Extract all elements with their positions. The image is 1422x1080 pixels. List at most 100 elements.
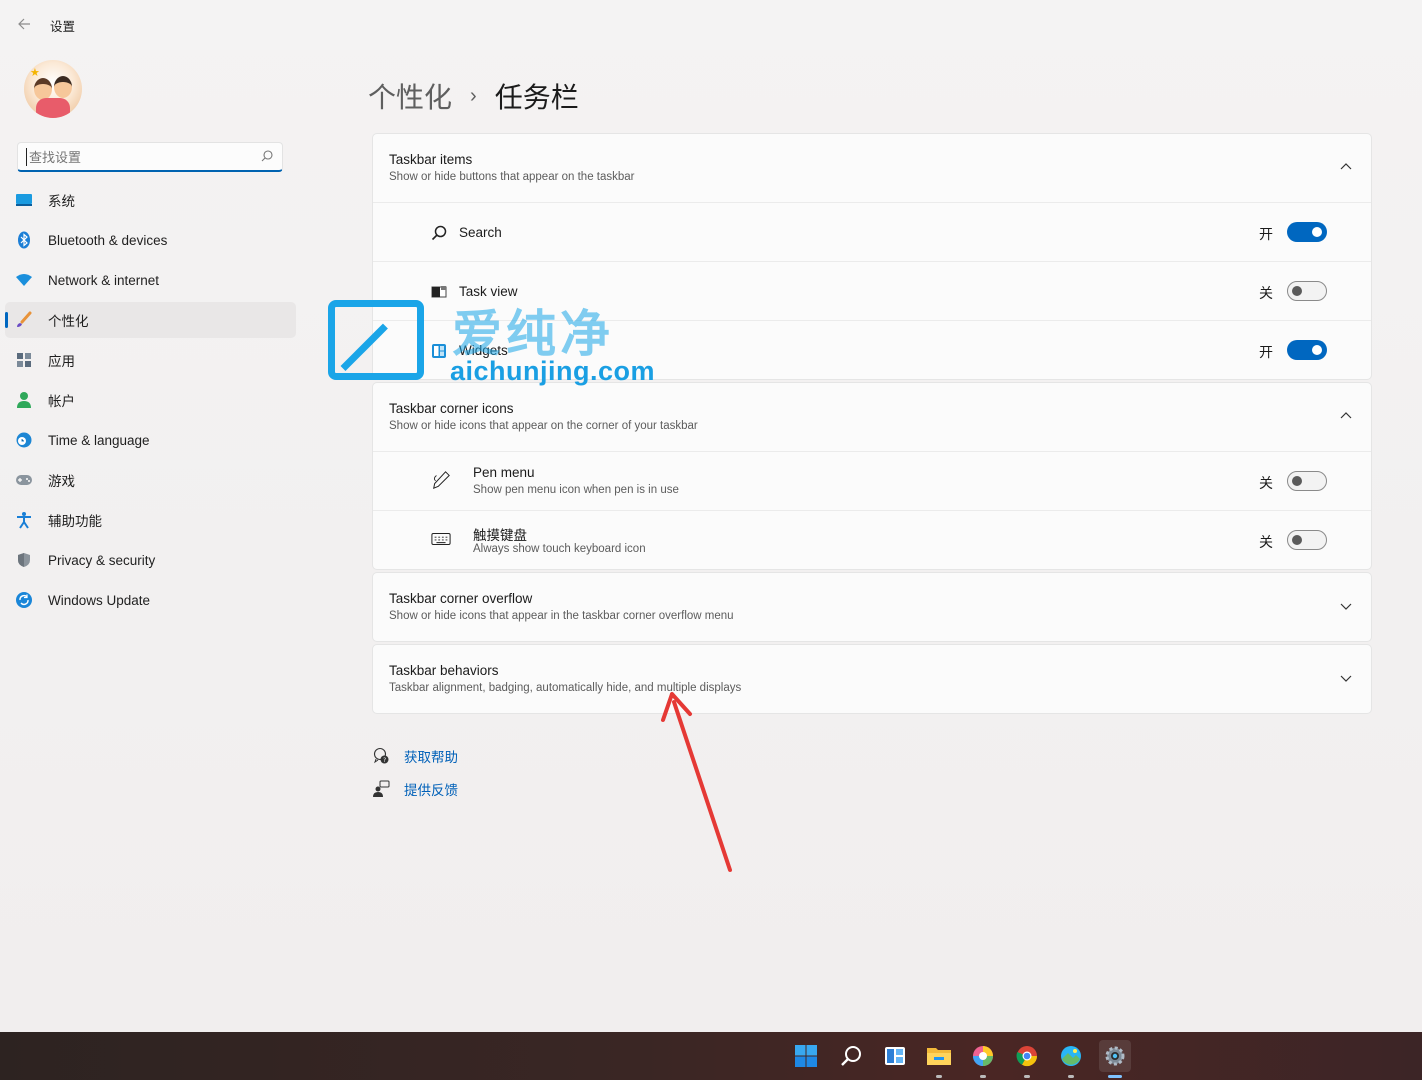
widgets-toggle[interactable]: [1287, 340, 1327, 360]
taskbar-corner-overflow-section[interactable]: Taskbar corner overflow Show or hide ico…: [372, 572, 1372, 642]
globe-clock-icon: [15, 431, 33, 449]
title-bar: 设置: [0, 0, 1422, 46]
pen-menu-toggle[interactable]: [1287, 471, 1327, 491]
section-subtitle: Show or hide icons that appear on the co…: [389, 420, 698, 432]
sidebar-item-label: 游戏: [48, 474, 75, 489]
monitor-icon: [15, 191, 33, 209]
setting-label: Pen menu: [473, 465, 535, 480]
file-explorer-icon[interactable]: [923, 1040, 955, 1078]
taskbar-corner-overflow-header[interactable]: Taskbar corner overflow Show or hide ico…: [373, 573, 1371, 641]
settings-search-box[interactable]: [17, 142, 283, 172]
shield-icon: [15, 551, 33, 569]
taskbar-behaviors-header[interactable]: Taskbar behaviors Taskbar alignment, bad…: [373, 645, 1371, 713]
windows-taskbar: [0, 1032, 1422, 1080]
annotation-arrow: [661, 692, 732, 872]
page-title: 任务栏: [494, 82, 579, 113]
breadcrumb-parent[interactable]: 个性化: [368, 76, 452, 116]
section-title: Taskbar behaviors: [389, 663, 499, 678]
sidebar-item-apps[interactable]: 应用: [5, 342, 296, 378]
setting-description: Show pen menu icon when pen is in use: [473, 484, 679, 496]
sidebar-item-privacy[interactable]: Privacy & security: [5, 542, 296, 578]
sidebar-item-personalization[interactable]: 个性化: [5, 302, 296, 338]
sidebar-item-label: Windows Update: [48, 592, 151, 608]
toggle-state-label: 关: [1259, 475, 1273, 491]
chevron-down-icon: [1340, 603, 1352, 610]
sidebar-item-windows-update[interactable]: Windows Update: [5, 582, 296, 618]
app-title: 设置: [50, 20, 76, 34]
taskbar-items-header[interactable]: Taskbar items Show or hide buttons that …: [373, 134, 1371, 202]
section-subtitle: Show or hide buttons that appear on the …: [389, 171, 635, 183]
sidebar-item-network[interactable]: Network & internet: [5, 262, 296, 298]
star-icon: ★: [30, 67, 40, 79]
back-button[interactable]: [12, 12, 36, 36]
search-icon: [429, 223, 449, 243]
sidebar-item-label: 应用: [48, 354, 75, 369]
chevron-down-icon: [1340, 675, 1352, 682]
feedback-icon: [373, 780, 390, 797]
start-icon[interactable]: [790, 1040, 822, 1072]
sidebar-item-bluetooth[interactable]: Bluetooth & devices: [5, 222, 296, 258]
search-icon: [261, 150, 273, 162]
sidebar-nav: 系统 Bluetooth & devices Network & interne…: [5, 182, 296, 622]
sidebar-item-gaming[interactable]: 游戏: [5, 462, 296, 498]
sidebar-item-label: Time & language: [48, 432, 150, 448]
search-input[interactable]: [26, 148, 256, 166]
setting-row-pen-menu: Pen menu Show pen menu icon when pen is …: [373, 451, 1371, 510]
keyboard-icon: [431, 529, 451, 549]
bluetooth-icon: [15, 231, 33, 249]
toggle-state-label: 开: [1259, 344, 1273, 360]
chevron-up-icon: [1340, 163, 1352, 170]
task-view-toggle[interactable]: [1287, 281, 1327, 301]
search-toggle[interactable]: [1287, 222, 1327, 242]
pen-icon: [431, 470, 451, 490]
section-title: Taskbar items: [389, 152, 473, 167]
widgets-icon[interactable]: [879, 1040, 911, 1072]
settings-icon[interactable]: [1099, 1040, 1131, 1078]
toggle-state-label: 开: [1259, 226, 1273, 242]
watermark: 爱纯净 aichunjing.com: [326, 296, 666, 388]
give-feedback-link[interactable]: 提供反馈: [372, 779, 458, 799]
chevron-up-icon: [1340, 412, 1352, 419]
watermark-en-text: aichunjing.com: [450, 356, 656, 386]
setting-row-touch-keyboard: 触摸键盘 Always show touch keyboard icon 关: [373, 510, 1371, 569]
sidebar-item-accounts[interactable]: 帐户: [5, 382, 296, 418]
setting-description: Always show touch keyboard icon: [473, 543, 646, 555]
wifi-icon: [15, 271, 33, 289]
get-help-link[interactable]: ? 获取帮助: [372, 746, 458, 766]
user-avatar[interactable]: ★: [24, 60, 82, 118]
apps-icon: [15, 351, 33, 369]
setting-label: Search: [459, 225, 502, 240]
brush-icon: [15, 311, 33, 329]
get-help-label: 获取帮助: [404, 750, 458, 765]
svg-text:?: ?: [383, 757, 386, 764]
sidebar-item-label: Network & internet: [48, 272, 160, 288]
breadcrumb: 个性化 › 任务栏: [368, 76, 579, 116]
sidebar-item-label: 系统: [48, 194, 75, 209]
sidebar-item-label: 个性化: [48, 314, 89, 329]
section-title: Taskbar corner icons: [389, 401, 514, 416]
taskbar-search-icon[interactable]: [835, 1040, 867, 1072]
toggle-state-label: 关: [1259, 534, 1273, 550]
sidebar-item-accessibility[interactable]: 辅助功能: [5, 502, 296, 538]
sidebar-item-label: Privacy & security: [48, 552, 156, 568]
photos-app-icon[interactable]: [1055, 1040, 1087, 1078]
back-arrow-icon: [18, 18, 30, 30]
person-icon: [15, 391, 33, 409]
setting-row-search: Search 开: [373, 202, 1371, 261]
paint-app-icon[interactable]: [967, 1040, 999, 1078]
sidebar-item-label: 辅助功能: [48, 514, 102, 529]
watermark-logo-icon: [328, 300, 424, 380]
update-icon: [15, 591, 33, 609]
sidebar-item-system[interactable]: 系统: [5, 182, 296, 218]
taskbar-behaviors-section[interactable]: Taskbar behaviors Taskbar alignment, bad…: [372, 644, 1372, 714]
give-feedback-label: 提供反馈: [404, 783, 458, 798]
chrome-icon[interactable]: [1011, 1040, 1043, 1078]
touch-keyboard-toggle[interactable]: [1287, 530, 1327, 550]
help-chat-icon: ?: [373, 747, 389, 764]
sidebar-item-time-language[interactable]: Time & language: [5, 422, 296, 458]
taskbar-corner-icons-header[interactable]: Taskbar corner icons Show or hide icons …: [373, 383, 1371, 451]
sidebar-item-label: Bluetooth & devices: [48, 232, 168, 248]
section-title: Taskbar corner overflow: [389, 591, 533, 606]
accessibility-icon: [15, 511, 33, 529]
breadcrumb-separator: ›: [470, 84, 477, 107]
